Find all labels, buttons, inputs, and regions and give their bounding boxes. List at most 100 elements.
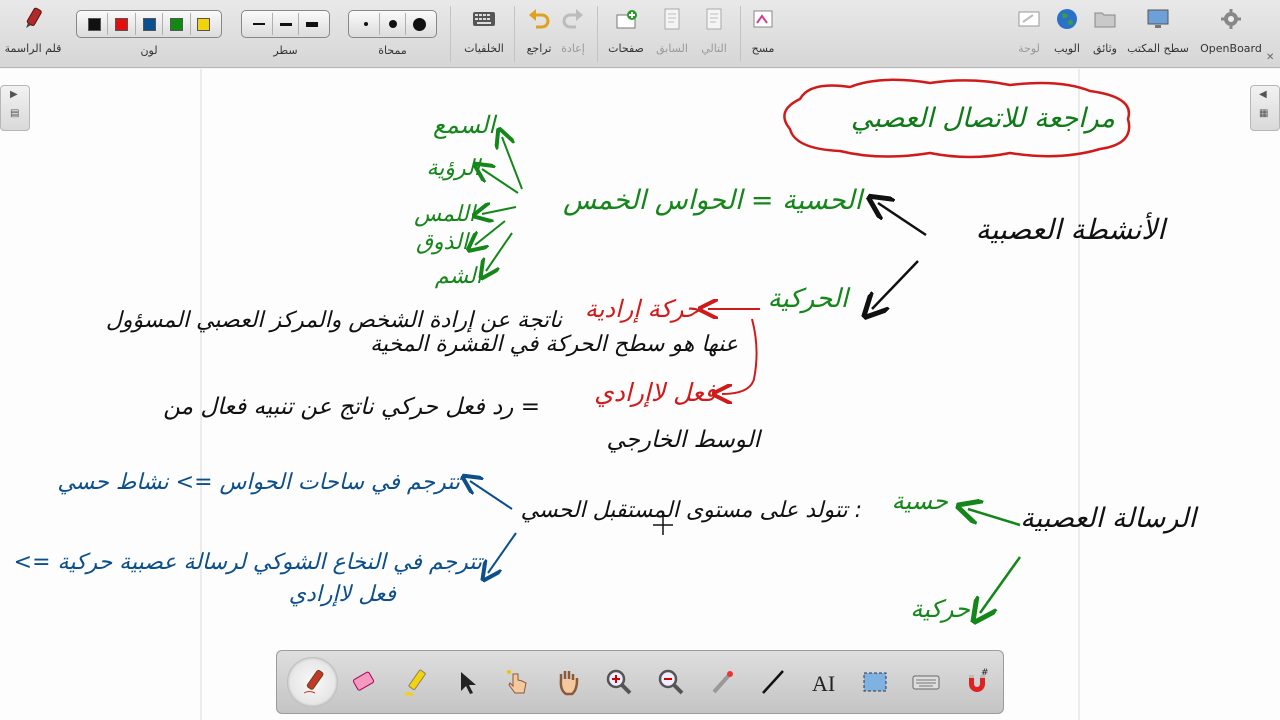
web-button[interactable]: الويب bbox=[1048, 4, 1086, 64]
text-icon: AI bbox=[812, 671, 835, 696]
neural-activities-text: الأنشطة العصبية bbox=[976, 212, 1169, 246]
clear-page-button[interactable]: مسح bbox=[746, 4, 780, 64]
svg-text:#: # bbox=[981, 668, 989, 678]
arrow-sight bbox=[482, 169, 519, 194]
undo-icon bbox=[529, 9, 550, 29]
voluntary-text: حركة إرادية bbox=[585, 295, 700, 323]
sight-text: الرؤية bbox=[427, 156, 483, 181]
capture-tool[interactable] bbox=[850, 657, 901, 707]
capture-icon bbox=[863, 672, 887, 692]
next-page-button[interactable]: التالي bbox=[694, 4, 734, 64]
zoom-out-icon bbox=[658, 669, 683, 695]
interact-tool[interactable] bbox=[492, 657, 543, 707]
desktop-label: سطح المكتب bbox=[1127, 42, 1189, 55]
pointing-hand-icon bbox=[507, 670, 527, 694]
backgrounds-button[interactable]: الخلفيات bbox=[458, 4, 510, 64]
line-tool[interactable] bbox=[747, 657, 798, 707]
main-toolbar: قلم الراسمة لون سطر ممحاة الخلفيات تراجع… bbox=[0, 0, 1280, 68]
arrow-motor-msg bbox=[980, 556, 1022, 613]
undo-button[interactable]: تراجع bbox=[522, 4, 556, 64]
eraser-large[interactable] bbox=[405, 13, 432, 35]
add-page-icon bbox=[616, 10, 637, 29]
pen-tool[interactable] bbox=[287, 657, 339, 707]
pen-icon bbox=[26, 7, 42, 28]
arrow-translate-2 bbox=[488, 532, 517, 573]
reflex-short-text: فعل لاإرادي bbox=[289, 582, 397, 607]
openboard-label: OpenBoard bbox=[1200, 42, 1262, 55]
folder-icon bbox=[1094, 12, 1116, 28]
motor-msg-text: حركية bbox=[910, 595, 970, 623]
color-label: لون bbox=[140, 44, 158, 57]
backgrounds-label: الخلفيات bbox=[464, 42, 504, 55]
clear-page-icon bbox=[753, 10, 773, 28]
next-label: التالي bbox=[701, 42, 727, 55]
whiteboard-canvas[interactable]: ▶ ▤ ◀ ▦ مراجعة للاتصال العصبي الأنشطة ال… bbox=[0, 69, 1280, 720]
svg-text:AI: AI bbox=[812, 671, 835, 696]
eraser-size-palette bbox=[348, 10, 437, 38]
motor-text: الحركية bbox=[768, 284, 851, 314]
globe-icon bbox=[1057, 9, 1077, 29]
eraser-tool[interactable] bbox=[338, 657, 389, 707]
laser-pointer-tool[interactable] bbox=[696, 657, 747, 707]
next-page-icon bbox=[706, 8, 722, 30]
line-icon bbox=[761, 670, 784, 694]
eraser-small[interactable] bbox=[353, 13, 379, 35]
board-label: لوحة bbox=[1018, 42, 1040, 55]
previous-page-button[interactable]: السابق bbox=[652, 4, 692, 64]
voluntary-desc-1: ناتجة عن إرادة الشخص والمركز العصبي المس… bbox=[106, 308, 563, 333]
zoom-in-tool[interactable] bbox=[594, 657, 645, 707]
selector-tool[interactable] bbox=[440, 657, 491, 707]
magnet-tool[interactable]: # bbox=[952, 657, 1003, 707]
arrow-taste bbox=[475, 220, 506, 245]
highlighter-icon bbox=[404, 669, 426, 696]
redo-button[interactable]: إعادة bbox=[556, 4, 590, 64]
documents-button[interactable]: وثائق bbox=[1088, 4, 1122, 64]
pen-tool-icon bbox=[303, 669, 324, 694]
keyboard-tool[interactable] bbox=[901, 657, 952, 707]
zoom-out-tool[interactable] bbox=[645, 657, 696, 707]
board-icon bbox=[1018, 11, 1040, 27]
hearing-text: السمع bbox=[433, 111, 497, 139]
pen-button[interactable]: قلم الراسمة bbox=[4, 4, 62, 64]
voluntary-desc-2: عنها هو سطح الحركة في القشرة المخية bbox=[370, 332, 738, 357]
touch-text: اللمس bbox=[414, 202, 478, 227]
hand-icon bbox=[559, 671, 579, 696]
translated-2-text: تترجم في النخاع الشوكي لرسالة عصبية حركي… bbox=[14, 550, 485, 575]
arrow-translate-1 bbox=[470, 481, 513, 510]
add-page-button[interactable]: صفحات bbox=[604, 4, 648, 64]
line-thick[interactable] bbox=[298, 13, 325, 35]
zoom-in-icon bbox=[607, 669, 632, 695]
reflex-text: فعل لاإرادي bbox=[594, 378, 717, 408]
undo-label: تراجع bbox=[526, 42, 552, 55]
eraser-medium[interactable] bbox=[378, 13, 406, 35]
hand-tool[interactable] bbox=[543, 657, 594, 707]
desktop-button[interactable]: سطح المكتب bbox=[1124, 4, 1192, 64]
reflex-desc: = رد فعل حركي ناتج عن تنبيه فعال من bbox=[163, 394, 540, 420]
keyboard-grid-icon bbox=[473, 12, 495, 26]
arrow-pointer-icon bbox=[460, 672, 476, 694]
arrow-to-sensory bbox=[878, 203, 927, 237]
text-tool[interactable]: AI bbox=[798, 657, 849, 707]
board-button[interactable]: لوحة bbox=[1012, 4, 1046, 64]
redo-label: إعادة bbox=[561, 42, 585, 55]
line-width-label: سطر bbox=[273, 44, 298, 57]
taste-text: الذوق bbox=[416, 230, 471, 255]
openboard-menu-button[interactable]: OpenBoard bbox=[1198, 4, 1264, 64]
color-red[interactable] bbox=[107, 13, 134, 35]
close-icon[interactable]: ✕ bbox=[1266, 52, 1276, 63]
monitor-icon bbox=[1147, 9, 1169, 28]
redo-icon bbox=[562, 9, 583, 29]
line-width-palette bbox=[241, 10, 330, 38]
color-green[interactable] bbox=[162, 13, 189, 35]
line-thin[interactable] bbox=[246, 13, 272, 35]
drawing-tools-bar: AI # bbox=[276, 650, 1004, 714]
color-yellow[interactable] bbox=[189, 13, 217, 35]
pages-label: صفحات bbox=[608, 42, 644, 55]
line-medium[interactable] bbox=[271, 13, 299, 35]
color-black[interactable] bbox=[81, 13, 107, 35]
marker-tool[interactable] bbox=[389, 657, 440, 707]
arrow-hearing bbox=[502, 137, 523, 190]
translated-1-text: تترجم في ساحات الحواس => نشاط حسي bbox=[57, 470, 463, 495]
color-blue[interactable] bbox=[134, 13, 162, 35]
title-cloud-text: مراجعة للاتصال العصبي bbox=[851, 103, 1115, 134]
